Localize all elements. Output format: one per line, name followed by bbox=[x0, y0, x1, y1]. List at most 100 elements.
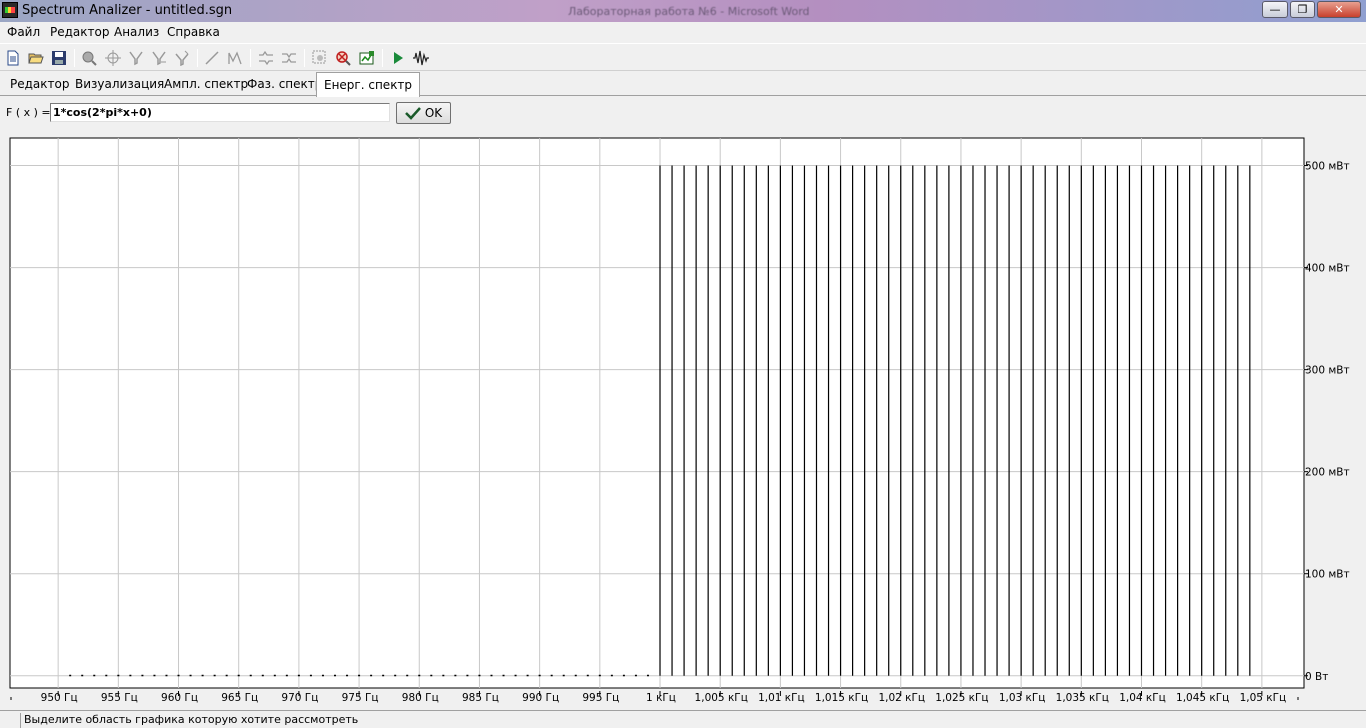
x-tick-label: 1,035 кГц bbox=[1056, 692, 1109, 704]
close-button[interactable]: ✕ bbox=[1317, 1, 1361, 18]
waveform-icon[interactable] bbox=[412, 49, 430, 67]
filter-3-icon[interactable] bbox=[173, 49, 191, 67]
spectrum-point bbox=[249, 674, 252, 677]
x-tick-label: 1,025 кГц bbox=[935, 692, 988, 704]
x-tick-label: 990 Гц bbox=[522, 692, 559, 704]
filter-2-icon[interactable] bbox=[150, 49, 168, 67]
toolbar bbox=[0, 43, 1366, 71]
spectrum-point bbox=[129, 674, 132, 677]
toolbar-separator bbox=[382, 49, 383, 67]
spectrum-point bbox=[550, 674, 553, 677]
tab-energy-spectrum[interactable]: Енерг. спектр bbox=[316, 72, 421, 97]
spectrum-point bbox=[201, 674, 204, 677]
new-file-icon[interactable] bbox=[4, 49, 22, 67]
y-tick-label: 0 Вт bbox=[1305, 671, 1328, 683]
spectrum-point bbox=[93, 674, 96, 677]
spectrum-point bbox=[430, 674, 433, 677]
x-tick-label: 980 Гц bbox=[402, 692, 439, 704]
spectrum-point bbox=[394, 674, 397, 677]
toolbar-separator bbox=[197, 49, 198, 67]
zoom-area-icon[interactable] bbox=[311, 49, 329, 67]
menu-bar: Файл Редактор Анализ Справка bbox=[0, 22, 1366, 42]
envelope-icon[interactable] bbox=[226, 49, 244, 67]
ok-button-label: OK bbox=[424, 106, 443, 120]
x-tick-label: 1,03 кГц bbox=[999, 692, 1046, 704]
status-bar: Выделите область графика которую хотите … bbox=[0, 710, 1366, 728]
spectrum-point bbox=[418, 674, 421, 677]
x-tick-label: 970 Гц bbox=[281, 692, 318, 704]
ok-button[interactable]: OK bbox=[396, 102, 451, 124]
y-tick-label: 400 мВт bbox=[1305, 263, 1350, 275]
energy-spectrum-chart[interactable]: 950 Гц 955 Гц 960 Гц 965 Гц 970 Гц 975 Гц 980 … bbox=[0, 130, 1366, 710]
y-tick-label: 300 мВт bbox=[1305, 365, 1350, 377]
menu-help[interactable]: Справка bbox=[167, 25, 220, 39]
formula-input[interactable] bbox=[50, 103, 390, 122]
spectrum-point bbox=[117, 674, 120, 677]
spectrum-point bbox=[309, 674, 312, 677]
window-title: Spectrum Analizer - untitled.sgn bbox=[22, 3, 233, 18]
maximize-button[interactable]: ❐ bbox=[1290, 1, 1315, 18]
spectrum-point bbox=[538, 674, 541, 677]
spectrum-point bbox=[358, 674, 361, 677]
menu-file[interactable]: Файл bbox=[7, 25, 40, 39]
x-tick-label: 1,01 кГц bbox=[758, 692, 805, 704]
x-tick-label: 950 Гц bbox=[41, 692, 78, 704]
menu-analysis[interactable]: Анализ bbox=[114, 25, 159, 39]
chart-area[interactable]: 950 Гц 955 Гц 960 Гц 965 Гц 970 Гц 975 Гц 980 … bbox=[0, 130, 1366, 710]
spectrum-point bbox=[370, 674, 373, 677]
background-window-title: Лабораторная работа №6 - Microsoft Word bbox=[568, 5, 810, 18]
tab-editor[interactable]: Редактор bbox=[3, 72, 76, 96]
spectrum-point bbox=[225, 674, 228, 677]
open-folder-icon[interactable] bbox=[27, 49, 45, 67]
spectrum-point bbox=[334, 674, 337, 677]
app-icon[interactable] bbox=[2, 2, 18, 18]
export-icon[interactable] bbox=[358, 49, 376, 67]
x-tick-label: 965 Гц bbox=[221, 692, 258, 704]
spectrum-point bbox=[574, 674, 577, 677]
minimize-button[interactable]: — bbox=[1262, 1, 1288, 18]
x-tick-label: 985 Гц bbox=[462, 692, 499, 704]
y-tick-label: 200 мВт bbox=[1305, 467, 1350, 479]
spectrum-point bbox=[586, 674, 589, 677]
spectrum-point bbox=[177, 674, 180, 677]
spectrum-point bbox=[622, 674, 625, 677]
spectrum-point bbox=[273, 674, 276, 677]
spectrum-point bbox=[69, 674, 72, 677]
wave-swap-icon[interactable] bbox=[257, 49, 275, 67]
x-tick-label: 1,02 кГц bbox=[878, 692, 925, 704]
x-tick-label: 1,04 кГц bbox=[1119, 692, 1166, 704]
formula-label: F ( x ) = bbox=[6, 106, 51, 119]
tab-bar: Редактор Визуализация Ампл. спектр Фаз. … bbox=[0, 72, 1366, 97]
spectrum-point bbox=[490, 674, 493, 677]
spectrum-point bbox=[646, 674, 649, 677]
x-tick-label: 960 Гц bbox=[161, 692, 198, 704]
wave-swap-2-icon[interactable] bbox=[280, 49, 298, 67]
save-disk-icon[interactable] bbox=[50, 49, 68, 67]
tab-visualization[interactable]: Визуализация bbox=[68, 72, 171, 96]
zoom-reset-icon[interactable] bbox=[334, 49, 352, 67]
app-window: Spectrum Analizer - untitled.sgn Лаборат… bbox=[0, 0, 1366, 728]
spectrum-point bbox=[514, 674, 517, 677]
spectrum-point bbox=[213, 674, 216, 677]
filter-icon[interactable] bbox=[127, 49, 145, 67]
checkmark-icon bbox=[404, 107, 421, 120]
spectrum-point bbox=[297, 674, 300, 677]
spectrum-point bbox=[598, 674, 601, 677]
zoom-icon[interactable] bbox=[80, 49, 98, 67]
spectrum-point bbox=[237, 674, 240, 677]
spectrum-point bbox=[406, 674, 409, 677]
spectrum-point bbox=[442, 674, 445, 677]
status-text: Выделите область графика которую хотите … bbox=[20, 713, 1270, 728]
menu-editor[interactable]: Редактор bbox=[50, 25, 109, 39]
spectrum-point bbox=[153, 674, 156, 677]
x-tick-label: 995 Гц bbox=[582, 692, 619, 704]
spectrum-point bbox=[321, 674, 324, 677]
spectrum-point bbox=[466, 674, 469, 677]
line-icon[interactable] bbox=[203, 49, 221, 67]
crosshair-icon[interactable] bbox=[104, 49, 122, 67]
spectrum-point bbox=[285, 674, 288, 677]
x-tick-label: 975 Гц bbox=[342, 692, 379, 704]
y-tick-label: 500 мВт bbox=[1305, 161, 1350, 173]
play-icon[interactable] bbox=[389, 49, 407, 67]
title-bar[interactable]: Spectrum Analizer - untitled.sgn Лаборат… bbox=[0, 0, 1366, 22]
